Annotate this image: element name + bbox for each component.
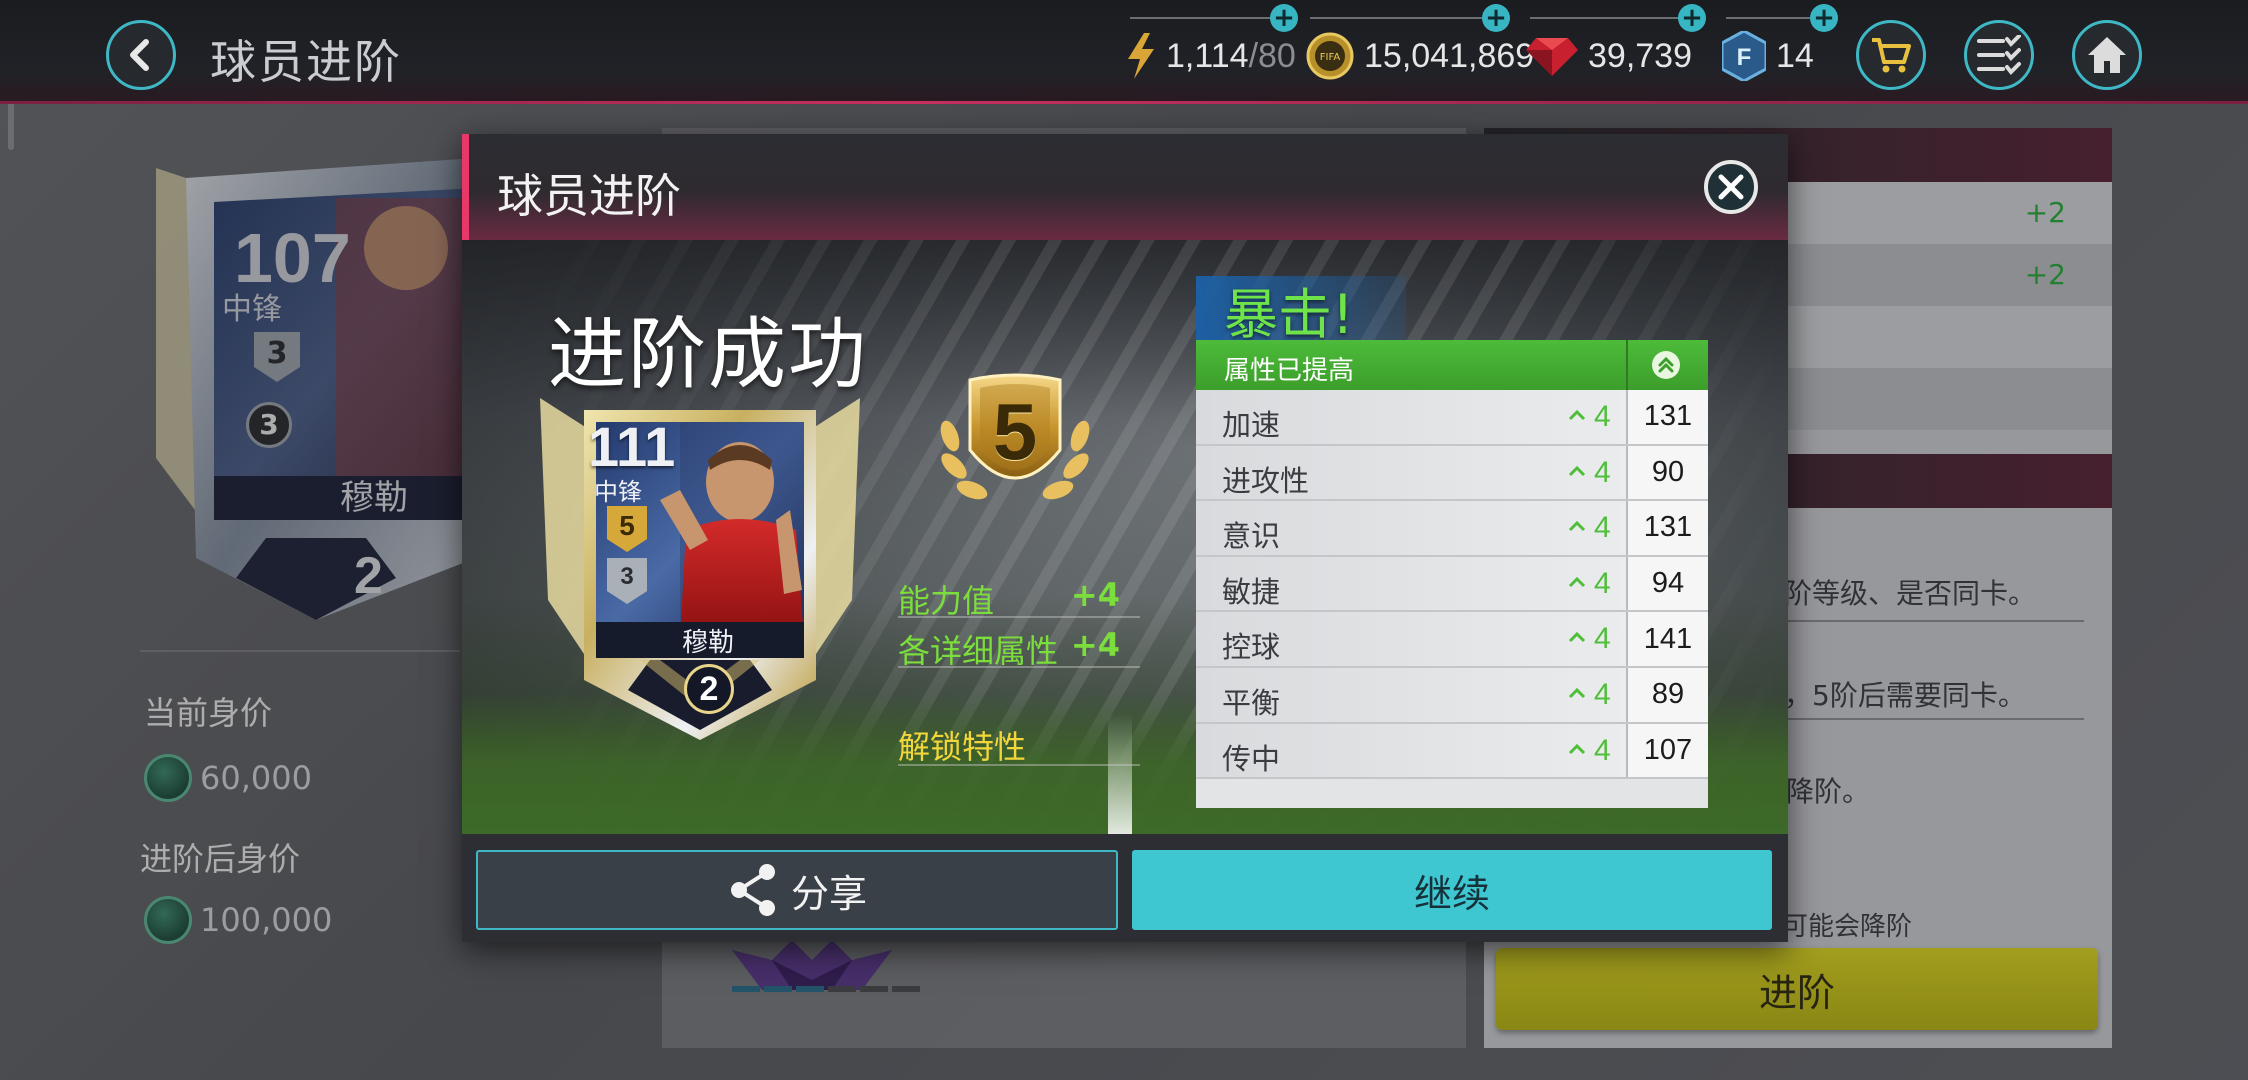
attribute-name: 加速 (1222, 408, 1281, 442)
home-icon (2088, 37, 2126, 73)
card-level: 2 (684, 664, 734, 714)
attribute-row: 加速 4 131 (1196, 390, 1708, 446)
card-position: 中锋 (594, 478, 642, 506)
attribute-increase: 4 (1594, 400, 1611, 433)
svg-text:FIFA: FIFA (1320, 52, 1341, 63)
overall-stat-label: 能力值 (898, 582, 995, 620)
attribute-value: 94 (1628, 556, 1708, 611)
result-stage: 进阶成功 111 中锋 5 3 穆勒 2 5 能力值 +4 各详细属性 +4 解… (462, 240, 1788, 834)
attribute-name: 平衡 (1222, 685, 1281, 720)
attribute-name: 控球 (1222, 630, 1281, 665)
close-icon (1718, 174, 1744, 200)
card-player-name: 穆勒 (682, 628, 735, 658)
attribute-increase: 4 (1594, 566, 1611, 600)
attribute-panel: 暴击! 属性已提高 加速 4 131 进攻性 4 90 意识 4 131 敏捷 4 94 控球 4 141 平… (1196, 276, 1708, 808)
attribute-value: 89 (1628, 667, 1708, 722)
tasks-button[interactable] (1964, 20, 2034, 90)
resource-underline (1310, 17, 1490, 19)
chevron-up-icon (1568, 409, 1586, 421)
energy-value: 1,114 (1166, 36, 1249, 75)
chevron-up-icon (1568, 576, 1586, 587)
back-button[interactable] (106, 20, 176, 90)
lightning-icon (1126, 33, 1156, 79)
energy-max: /80 (1248, 36, 1296, 75)
chevron-up-icon (1568, 632, 1586, 643)
chevron-up-icon (1568, 687, 1586, 699)
fifa-coin-icon: FIFA (1306, 32, 1354, 80)
upgrade-result-modal: 球员进阶 进阶成功 111 中锋 5 3 穆勒 2 5 能力值 +4 各详细属性… (462, 134, 1788, 942)
success-title: 进阶成功 (548, 310, 869, 400)
attribute-row: 进攻性 4 90 (1196, 445, 1708, 502)
home-button[interactable] (2072, 20, 2142, 90)
modal-header: 球员进阶 (462, 134, 1788, 240)
coins-value: 15,041,869 (1364, 36, 1535, 75)
attribute-header: 属性已提高 (1196, 340, 1708, 390)
gem-icon (1526, 36, 1578, 76)
fifa-points-value: 14 (1776, 36, 1814, 75)
crit-text: 暴击! (1224, 283, 1354, 346)
unlock-traits-label[interactable]: 解锁特性 (898, 722, 1140, 766)
overall-stat-value: +4 (1070, 576, 1120, 614)
chevron-up-icon (1568, 743, 1586, 754)
chevron-up-icon (1568, 521, 1586, 532)
badge-rank-number: 5 (992, 387, 1038, 476)
continue-button[interactable]: 继续 (1132, 850, 1772, 930)
attribute-header-label: 属性已提高 (1224, 356, 1355, 386)
attributes-stat-line: 各详细属性 +4 (898, 626, 1140, 670)
attribute-increase: 4 (1594, 455, 1611, 489)
gems-value: 39,739 (1588, 36, 1692, 75)
attribute-value: 141 (1628, 612, 1708, 666)
attribute-value: 107 (1628, 723, 1708, 778)
shop-button[interactable] (1856, 20, 1926, 90)
share-icon (730, 864, 775, 916)
attribute-increase: 4 (1594, 622, 1611, 656)
gems-counter: 39,739 (1526, 28, 1692, 84)
attribute-increase: 4 (1594, 733, 1611, 767)
energy-counter: 1,114/80 (1126, 28, 1296, 84)
fifa-points-counter: F 14 (1722, 28, 1814, 84)
cart-icon (1872, 38, 1911, 73)
attribute-name: 进攻性 (1222, 463, 1310, 498)
close-button[interactable] (1704, 160, 1758, 214)
overall-stat-line: 能力值 +4 (898, 576, 1140, 620)
fifa-points-icon: F (1722, 31, 1766, 81)
page-title: 球员进阶 (210, 35, 402, 89)
attribute-row: 敏捷 4 94 (1196, 556, 1708, 613)
attribute-name: 敏捷 (1222, 574, 1281, 609)
card-rating: 111 (588, 415, 676, 478)
attribute-name: 传中 (1222, 741, 1281, 776)
attributes-stat-value: +4 (1070, 626, 1120, 664)
share-label: 分享 (790, 871, 867, 916)
resource-underline (1530, 17, 1690, 19)
attribute-value: 131 (1628, 390, 1708, 444)
attribute-increase: 4 (1594, 677, 1611, 711)
back-arrow-icon (130, 39, 149, 71)
attribute-row: 控球 4 141 (1196, 612, 1708, 668)
share-button[interactable]: 分享 (476, 850, 1118, 930)
coins-counter: FIFA 15,041,869 (1306, 28, 1534, 84)
attributes-stat-label: 各详细属性 (898, 632, 1059, 670)
chevron-up-icon (1568, 465, 1586, 476)
svg-text:F: F (1737, 44, 1752, 71)
attribute-row: 平衡 4 89 (1196, 667, 1708, 724)
attribute-increase: 4 (1594, 511, 1611, 545)
attribute-value: 131 (1628, 501, 1708, 555)
modal-title: 球员进阶 (497, 169, 681, 223)
modal-footer: 分享 继续 (462, 834, 1788, 942)
attribute-row: 意识 4 131 (1196, 501, 1708, 557)
top-bar: 球员进阶 + + + + 1,114/80 FIFA 15,041,869 39… (0, 0, 2248, 104)
add-points-button[interactable]: + (1810, 4, 1838, 32)
attribute-value: 90 (1628, 445, 1708, 500)
attribute-row: 传中 4 107 (1196, 723, 1708, 780)
attribute-name: 意识 (1222, 519, 1281, 554)
double-chevron-up-icon (1652, 351, 1680, 379)
attribute-list[interactable]: 加速 4 131 进攻性 4 90 意识 4 131 敏捷 4 94 控球 4 141 平衡 4 89 传中 4 107 (1196, 390, 1708, 808)
checklist-icon (1977, 35, 2021, 75)
resource-underline (1130, 17, 1284, 19)
